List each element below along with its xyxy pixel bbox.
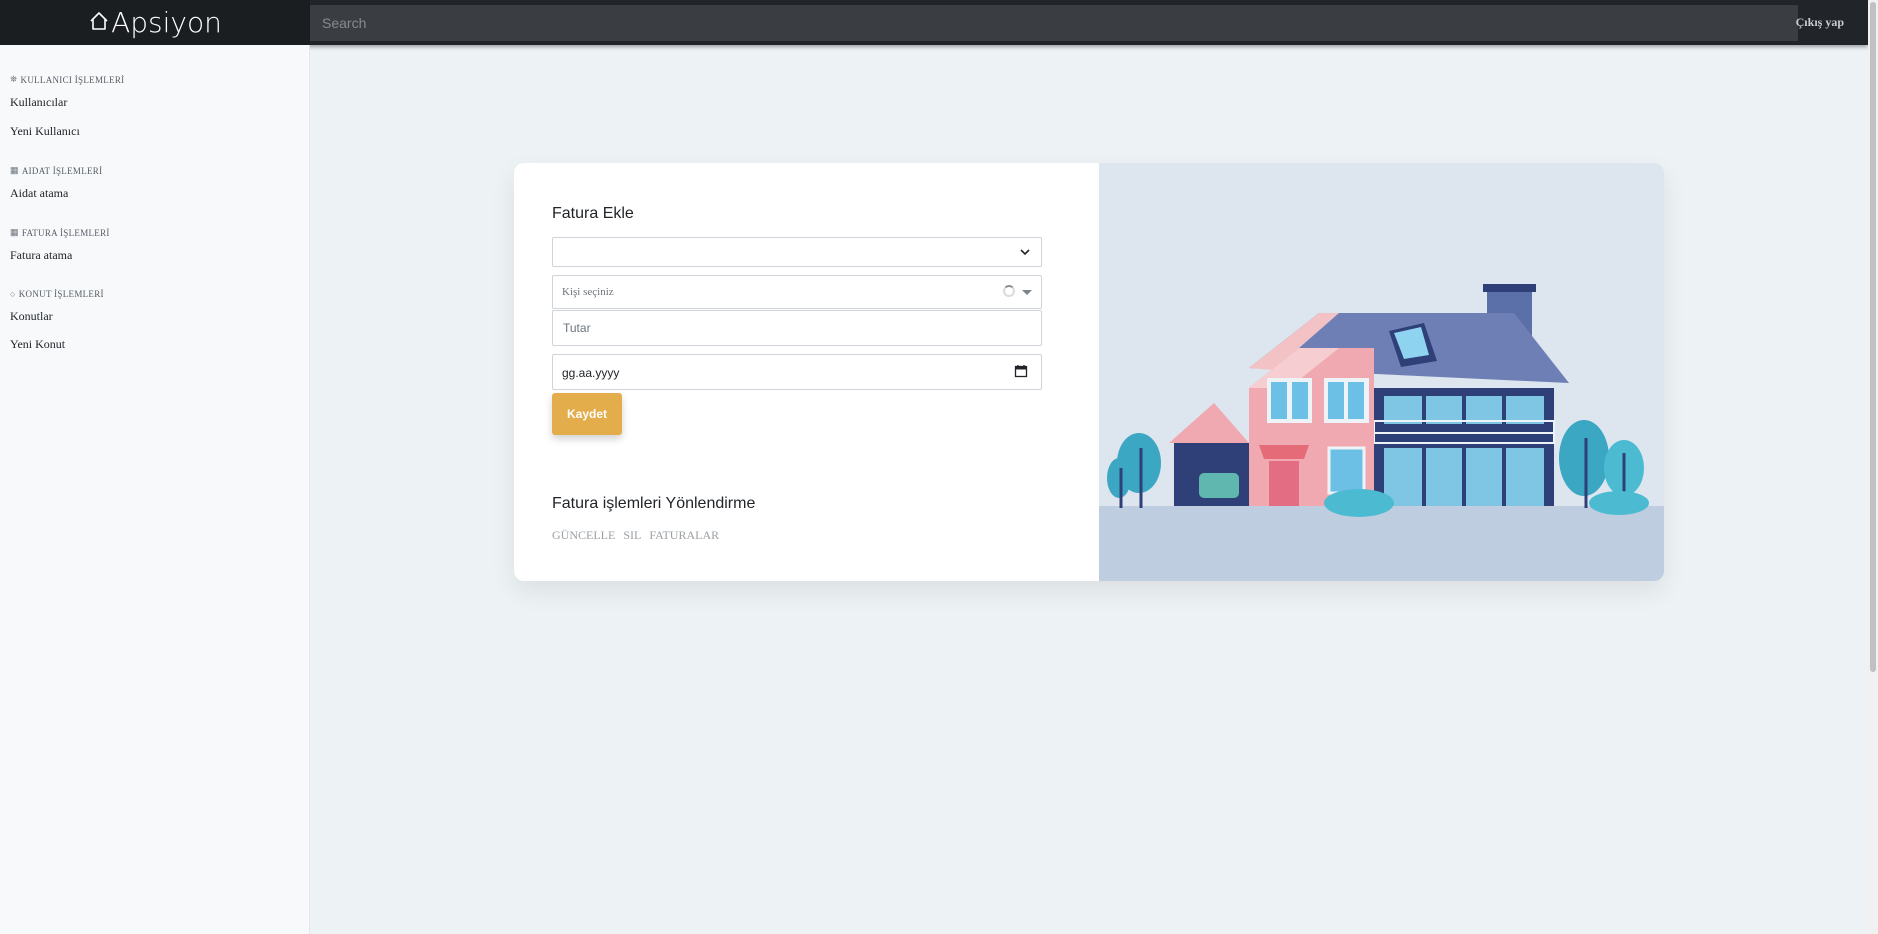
sidebar-section-title: AIDAT İŞLEMLERİ (21, 165, 103, 176)
scrollbar-thumb[interactable] (1870, 2, 1876, 672)
sidebar: ⛯ KULLANICI İŞLEMLERİ Kullanıcılar Yeni … (0, 45, 310, 934)
sidebar-section-housing: ○ KONUT İŞLEMLERİ (10, 289, 104, 299)
calendar-icon[interactable] (1014, 364, 1028, 378)
brand-logo[interactable]: Apsiyon (0, 0, 310, 45)
chevron-down-icon (1020, 249, 1030, 256)
person-select[interactable]: Kişi seçiniz (552, 275, 1042, 309)
sidebar-section-title: KONUT İŞLEMLERİ (18, 289, 104, 299)
date-input-value: gg.aa.yyyy (562, 366, 620, 380)
sidebar-item-users[interactable]: Kullanıcılar (10, 95, 67, 110)
save-button[interactable]: Kaydet (552, 393, 622, 435)
invoice-card: Fatura Ekle Kişi seçiniz gg.aa.yyyy Kayd… (514, 163, 1664, 581)
sidebar-item-new-user[interactable]: Yeni Kullanıcı (10, 124, 80, 139)
page-scrollbar[interactable] (1868, 0, 1878, 934)
date-input[interactable] (552, 354, 1042, 390)
redirect-title: Fatura işlemleri Yönlendirme (552, 495, 756, 512)
house-illustration (1099, 163, 1664, 581)
sidebar-item-new-housing[interactable]: Yeni Konut (10, 337, 65, 352)
calculator-icon: ▦ (10, 227, 19, 237)
invoice-type-select[interactable] (552, 237, 1042, 267)
sidebar-item-dues-assign[interactable]: Aidat atama (10, 186, 68, 201)
update-link[interactable]: GÜNCELLE (552, 528, 615, 543)
sidebar-section-users: ⛯ KULLANICI İŞLEMLERİ (10, 74, 124, 85)
sidebar-section-title: KULLANICI İŞLEMLERİ (20, 74, 125, 85)
sidebar-section-invoices: ▦ FATURA İŞLEMLERİ (10, 227, 110, 238)
invoices-link[interactable]: FATURALAR (649, 528, 719, 543)
top-navbar: Apsiyon Çıkış yap (0, 0, 1868, 45)
redirect-links: GÜNCELLE SIL FATURALAR (552, 528, 719, 543)
brand-name: Apsiyon (111, 6, 222, 39)
home-icon (90, 11, 108, 30)
sidebar-section-title: FATURA İŞLEMLERİ (21, 227, 110, 238)
search-input[interactable] (310, 5, 1798, 41)
logout-link[interactable]: Çıkış yap (1796, 0, 1844, 45)
house-illustration-graphic (1099, 163, 1664, 581)
delete-link[interactable]: SIL (623, 528, 641, 543)
calculator-icon: ▦ (10, 165, 19, 175)
loading-spinner-icon (1003, 285, 1015, 297)
form-title: Fatura Ekle (552, 205, 634, 222)
caret-down-icon[interactable] (1022, 290, 1032, 295)
users-icon: ⛯ (10, 74, 18, 84)
sidebar-section-dues: ▦ AIDAT İŞLEMLERİ (10, 165, 102, 176)
sidebar-item-invoice-assign[interactable]: Fatura atama (10, 248, 72, 263)
person-select-placeholder: Kişi seçiniz (562, 286, 614, 298)
amount-input[interactable] (552, 310, 1042, 346)
sidebar-item-housings[interactable]: Konutlar (10, 309, 53, 324)
circle-icon: ○ (10, 289, 16, 299)
